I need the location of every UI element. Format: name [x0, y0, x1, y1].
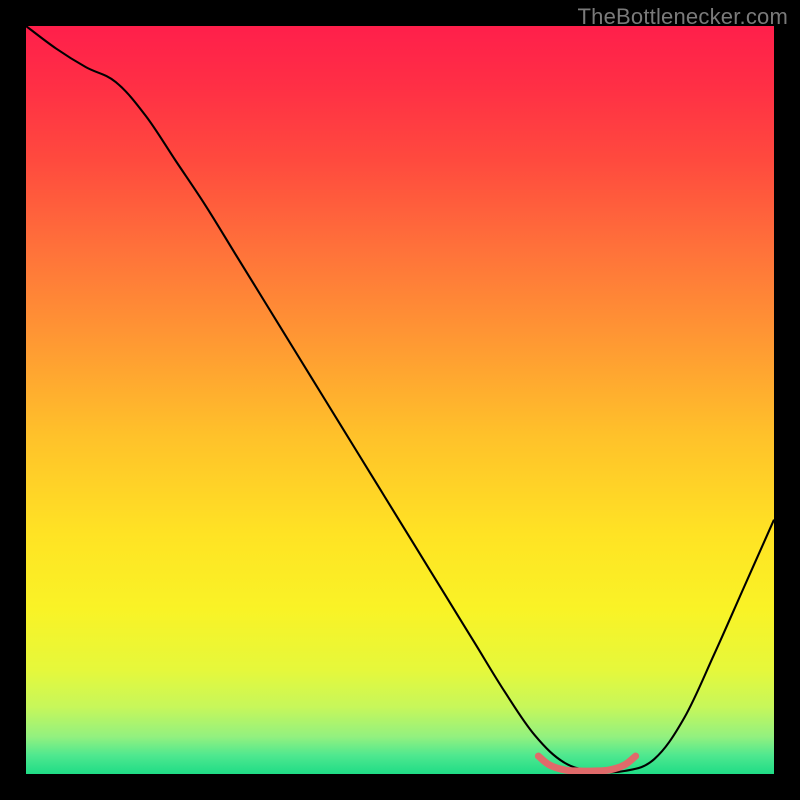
chart-frame — [26, 26, 774, 774]
gradient-background — [26, 26, 774, 774]
bottleneck-chart — [26, 26, 774, 774]
